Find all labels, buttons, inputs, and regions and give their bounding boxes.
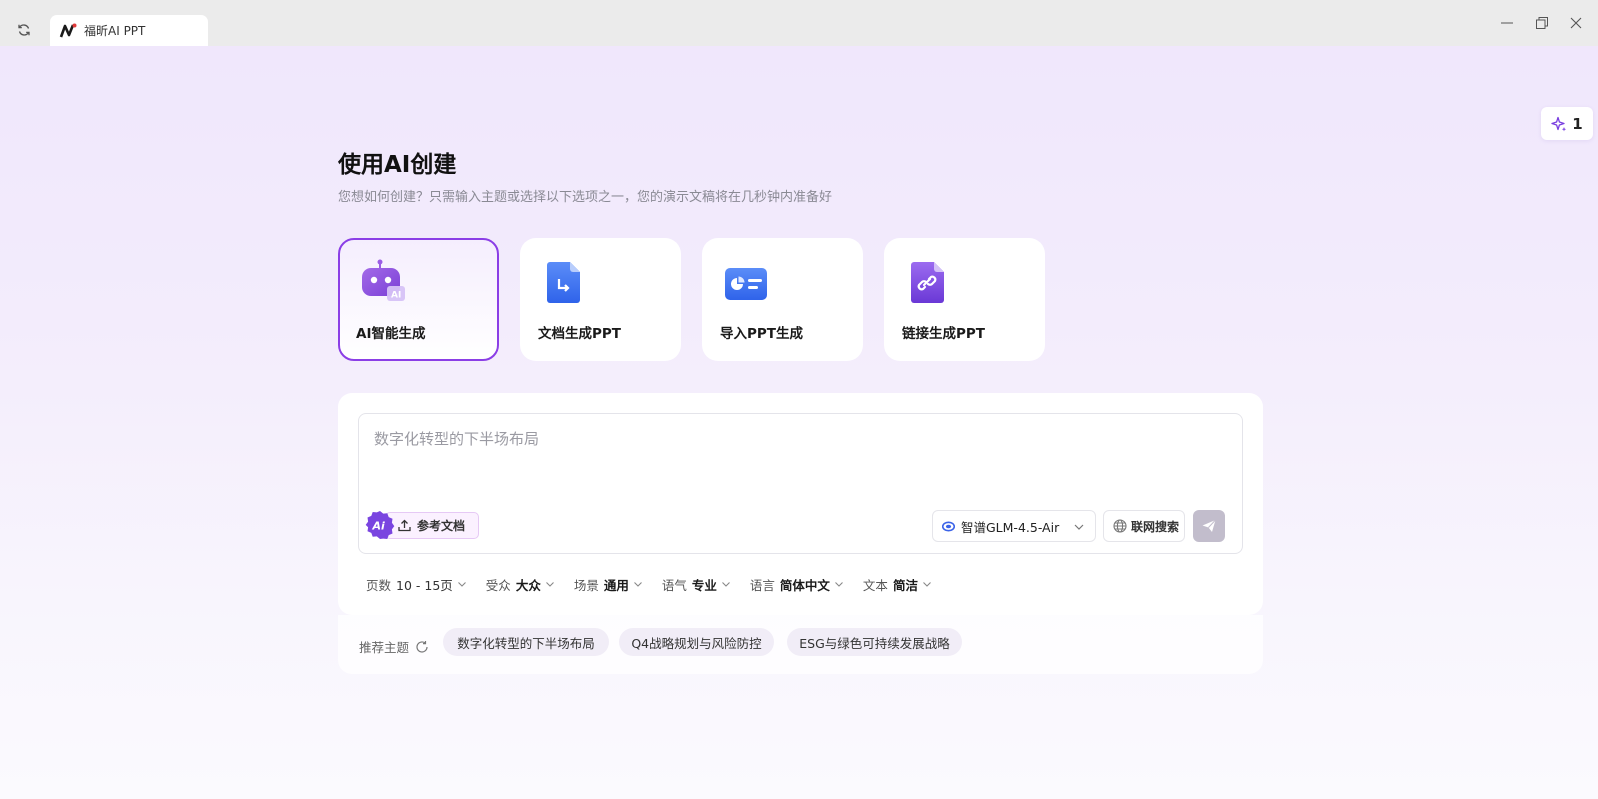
credits-badge[interactable]: 1 xyxy=(1541,107,1593,140)
import-ppt-icon xyxy=(724,258,772,306)
link-document-icon xyxy=(906,258,954,306)
refresh-topics-icon[interactable] xyxy=(415,640,429,654)
send-button[interactable] xyxy=(1193,510,1225,542)
chevron-down-icon xyxy=(633,579,643,589)
svg-text:AI: AI xyxy=(391,291,401,301)
option-label: 受众 xyxy=(485,577,511,593)
option-value: 通用 xyxy=(603,577,629,593)
globe-icon xyxy=(1113,519,1127,533)
option-scene[interactable]: 场景 通用 xyxy=(574,575,643,594)
topic-chip[interactable]: ESG与绿色可持续发展战略 xyxy=(787,628,962,656)
web-search-button[interactable]: 联网搜索 xyxy=(1103,510,1185,542)
tab-title: 福昕AI PPT xyxy=(84,24,146,38)
chevron-down-icon xyxy=(834,579,844,589)
chevron-down-icon xyxy=(721,579,731,589)
minimize-icon[interactable] xyxy=(1497,13,1517,33)
mode-label: 导入PPT生成 xyxy=(720,326,803,342)
option-label: 语气 xyxy=(661,577,687,593)
page-subtitle: 您想如何创建？只需输入主题或选择以下选项之一，您的演示文稿将在几秒钟内准备好 xyxy=(338,190,833,205)
topic-input[interactable] xyxy=(374,426,1224,452)
ai-badge-icon: Ai xyxy=(365,510,395,540)
web-search-label: 联网搜索 xyxy=(1131,519,1180,534)
mode-card-import-ppt[interactable]: 导入PPT生成 xyxy=(702,238,863,361)
option-pages[interactable]: 页数 10 - 15页 xyxy=(366,575,467,594)
zhipu-logo-icon xyxy=(942,520,955,533)
chevron-down-icon xyxy=(457,579,467,589)
composer-panel: 参考文档 Ai 智谱GLM-4.5-Air 联网搜索 xyxy=(338,393,1263,615)
upload-icon xyxy=(398,519,411,532)
recommend-label-group: 推荐主题 xyxy=(359,637,429,656)
sparkle-icon xyxy=(1551,116,1567,132)
option-tone[interactable]: 语气 专业 xyxy=(662,575,731,594)
model-name: 智谱GLM-4.5-Air xyxy=(961,519,1060,535)
chevron-down-icon xyxy=(1073,521,1085,533)
restore-icon[interactable] xyxy=(1532,13,1552,33)
recommended-topics: 推荐主题 数字化转型的下半场布局 Q4战略规划与风险防控 ESG与绿色可持续发展… xyxy=(338,615,1263,674)
send-icon xyxy=(1201,518,1217,534)
recommend-label: 推荐主题 xyxy=(359,640,410,655)
option-label: 语言 xyxy=(749,577,775,593)
option-value: 专业 xyxy=(691,577,717,593)
option-value: 简洁 xyxy=(892,577,918,593)
option-text[interactable]: 文本 简洁 xyxy=(863,575,932,594)
close-icon[interactable] xyxy=(1566,13,1586,33)
document-icon xyxy=(542,258,590,306)
model-select[interactable]: 智谱GLM-4.5-Air xyxy=(932,510,1096,542)
mode-card-link[interactable]: 链接生成PPT xyxy=(884,238,1045,361)
credits-count: 1 xyxy=(1572,114,1583,133)
mode-label: AI智能生成 xyxy=(356,326,426,342)
topic-chip[interactable]: Q4战略规划与风险防控 xyxy=(619,628,774,656)
chevron-down-icon xyxy=(545,579,555,589)
refresh-icon[interactable] xyxy=(14,20,34,40)
robot-ai-icon: AI xyxy=(360,258,408,306)
mode-label: 链接生成PPT xyxy=(902,326,985,342)
option-value: 大众 xyxy=(515,577,541,593)
option-value: 10 - 15页 xyxy=(396,577,453,593)
title-bar: 福昕AI PPT xyxy=(0,0,1598,46)
chevron-down-icon xyxy=(922,579,932,589)
mode-label: 文档生成PPT xyxy=(538,326,621,342)
option-value: 简体中文 xyxy=(779,577,830,593)
topic-chip[interactable]: 数字化转型的下半场布局 xyxy=(443,628,609,656)
foxit-logo-icon xyxy=(59,23,77,39)
option-language[interactable]: 语言 简体中文 xyxy=(750,575,844,594)
mode-card-document[interactable]: 文档生成PPT xyxy=(520,238,681,361)
mode-card-ai-generate[interactable]: AI AI智能生成 xyxy=(338,238,499,361)
reference-doc-label: 参考文档 xyxy=(417,519,466,533)
option-label: 页数 xyxy=(366,577,392,593)
tab-foxit-ai-ppt[interactable]: 福昕AI PPT xyxy=(50,15,208,46)
svg-text:Ai: Ai xyxy=(372,520,386,533)
page-title: 使用AI创建 xyxy=(338,152,457,178)
option-audience[interactable]: 受众 大众 xyxy=(486,575,555,594)
option-label: 文本 xyxy=(862,577,888,593)
reference-doc-button[interactable]: 参考文档 xyxy=(385,512,479,539)
topic-input-box: 参考文档 Ai 智谱GLM-4.5-Air 联网搜索 xyxy=(358,413,1243,554)
option-label: 场景 xyxy=(573,577,599,593)
options-row: 页数 10 - 15页 受众 大众 场景 通用 语气 专业 语言 简体中文 文本… xyxy=(366,574,951,594)
